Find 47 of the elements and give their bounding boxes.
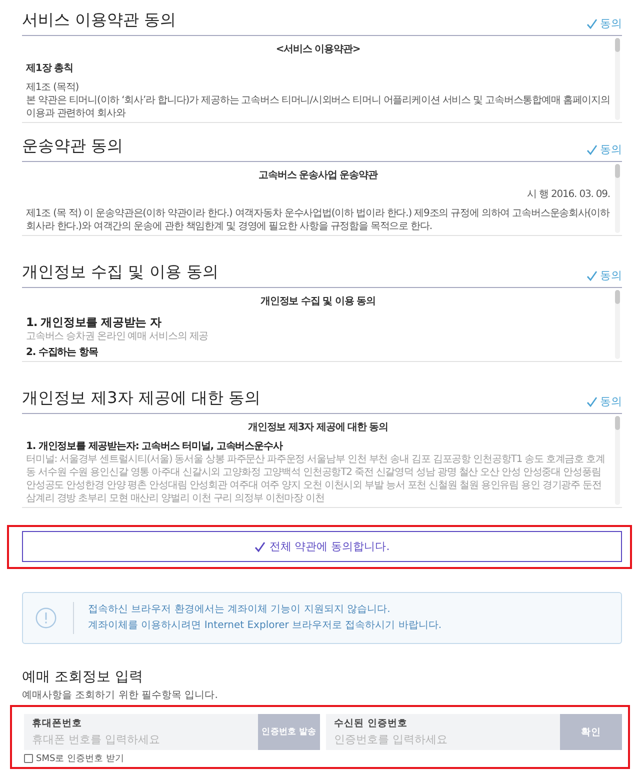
terms-text: 제1조 (목 적) 이 운송약관은(이하 약관이라 한다.) 여객자동차 운수사업법(이하 법이라 한다.) 제9조의 규정에 의하여 고속버스운송회사(이하 회사라 한다.)와 여객간의 운송에 관한 책임한계 및 경영에 필요한 사항을 규정함을 목적으로 한다. [26,207,610,233]
field-label: 수신된 인증번호 [334,717,408,730]
form-subtitle: 예매사항을 조회하기 위한 필수항목 입니다. [22,689,219,702]
input-field[interactable]: 수신된 인증번호 인증번호를 입력하세요 [326,714,560,750]
terms-heading: <서비스 이용약관> [274,43,362,56]
notice-text: 접속하신 브라우저 환경에서는 계좌이체 기능이 지원되지 않습니다. [88,603,392,617]
effective-date: 시 행 2016. 03. 09. [526,188,610,201]
section-heading: 1. 개인정보를 제공받는자: 고속버스 터미널, 고속버스운수사 [26,440,284,453]
text-input[interactable]: 휴대폰 번호를 입력하세요 [32,730,250,746]
section-heading: 2. 수집하는 항목 [26,346,99,359]
agree-link[interactable]: 동의 [586,142,622,157]
agree-link[interactable]: 동의 [586,16,622,31]
terms-heading: 고속버스 운송사업 운송약관 [258,169,379,182]
terms-text: 본 약관은 티머니(이하 ‘회사’라 합니다)가 제공하는 고속버스 티머니/시외버스 티머니 어플리케이션 서비스 및 고속버스통합예매 홈페이지의 이용과 관련하여 회사와 [26,94,610,120]
check-icon [586,270,598,282]
action-button[interactable]: 확인 [560,714,622,750]
terms-text: 제1조 (목적) [26,81,80,94]
input-field[interactable]: 휴대폰번호 휴대폰 번호를 입력하세요 [24,714,258,750]
section-title: 개인정보 수집 및 이용 동의 [22,262,218,283]
scrollbar[interactable] [615,164,620,233]
section-title: 서비스 이용약관 동의 [22,10,176,31]
warning-icon [35,607,57,629]
terms-text: 터미널: 서울경부 센트럴시티(서울) 동서울 상봉 파주문산 파주운정 서울남부 인천 부천 송내 김포 김포공항 인천공항T1 송도 호계금호 호계동 서수원 수원 용인신갈 영통 아주대 신갈시외 고양화정 고양백석 인천공항T2 죽전 신갈영덕 성남 광명 철산 오산 안성 안성중대 안성풍림 안성공도 안성한경 안양 평촌 안성대림 안성회관 여주대 여주 양지 오천 이천시외 부발 능서 포천 신철원 철원 용인유림 용인 경기광주 둔전 삼계리 경방 초부리 모현 매산리 양벌리 이천 구리 의정부 이천마장 이천 [26,453,606,505]
terms-text: 고속버스 승차권 온라인 예매 서비스의 제공 [26,330,210,343]
check-icon [586,396,598,408]
scrollbar[interactable] [615,38,620,120]
check-icon [254,540,266,552]
scrollbar[interactable] [615,290,620,359]
section-title: 운송약관 동의 [22,136,124,157]
terms-heading: 개인정보 제3자 제공에 대한 동의 [246,421,390,434]
field-label: 휴대폰번호 [32,717,83,730]
agree-link[interactable]: 동의 [586,268,622,283]
section-title: 개인정보 제3자 제공에 대한 동의 [22,388,261,409]
checkbox-label[interactable]: SMS로 인증번호 받기 [36,752,124,765]
terms-heading: 개인정보 수집 및 이용 동의 [260,295,376,308]
notice-text: 계좌이체를 이용하시려면 Internet Explorer 브라우저로 접속하시기 바랍니다. [88,619,442,633]
section-heading: 1. 개인정보를 제공받는 자 [26,314,162,330]
agree-link[interactable]: 동의 [586,394,622,409]
form-title: 예매 조회정보 입력 [22,668,144,686]
checkbox[interactable] [24,754,33,763]
agree-all-button[interactable]: 전체 약관에 동의합니다. [22,531,622,562]
check-icon [586,144,598,156]
check-icon [586,18,598,30]
scrollbar[interactable] [615,416,620,505]
action-button[interactable]: 인증번호 발송 [258,714,320,750]
chapter-heading: 제1장 총칙 [26,62,74,75]
text-input[interactable]: 인증번호를 입력하세요 [334,730,552,746]
